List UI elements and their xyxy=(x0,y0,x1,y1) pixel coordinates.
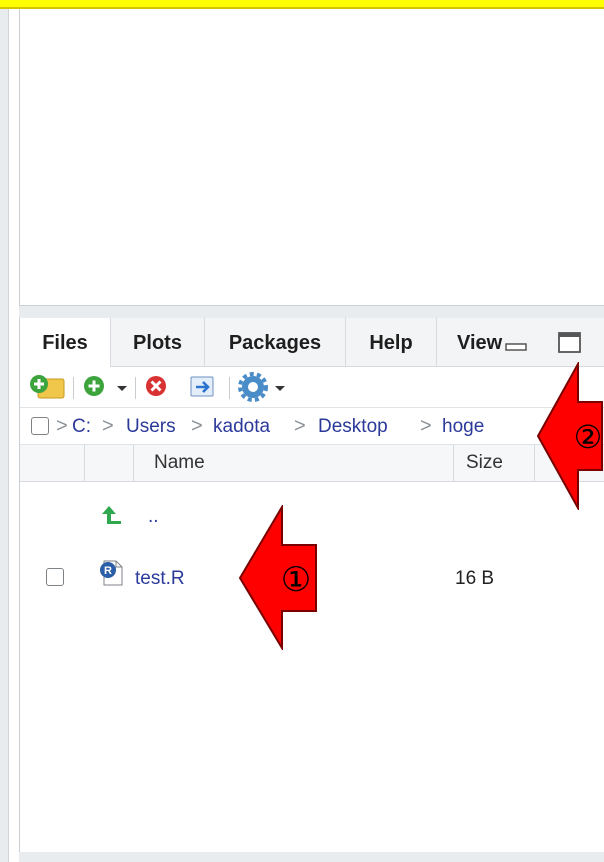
file-list-header: Name Size xyxy=(20,445,604,482)
gear-icon[interactable] xyxy=(238,372,268,407)
annotation-label-two: ② xyxy=(574,418,603,456)
chevron-right-icon: > xyxy=(56,415,68,437)
row-checkbox[interactable] xyxy=(46,568,64,586)
minimize-icon[interactable] xyxy=(504,332,528,359)
pane-tabbar: Files Plots Packages Help View xyxy=(20,318,604,367)
delete-icon[interactable] xyxy=(144,374,170,405)
column-name[interactable]: Name xyxy=(154,452,205,474)
file-name-link[interactable]: test.R xyxy=(135,568,185,590)
annotation-arrow-two: ② xyxy=(536,360,604,515)
breadcrumb-item-desktop[interactable]: Desktop xyxy=(318,416,388,438)
select-all-checkbox[interactable] xyxy=(31,417,49,435)
chevron-right-icon: > xyxy=(294,415,306,437)
chevron-right-icon: > xyxy=(420,415,432,437)
pane-splitter[interactable] xyxy=(19,306,604,318)
r-file-icon: R xyxy=(98,559,124,593)
annotation-arrow-one: ① xyxy=(238,503,318,655)
parent-dir-link[interactable]: .. xyxy=(148,506,159,528)
rename-icon[interactable] xyxy=(188,374,218,405)
maximize-icon[interactable] xyxy=(557,331,583,360)
new-folder-icon[interactable] xyxy=(28,373,66,406)
new-file-icon[interactable] xyxy=(82,374,108,405)
breadcrumb: > C: > Users > kadota > Desktop > hoge xyxy=(20,408,604,445)
breadcrumb-item-users[interactable]: Users xyxy=(126,416,176,438)
column-size[interactable]: Size xyxy=(466,452,503,474)
chevron-right-icon: > xyxy=(191,415,203,437)
chevron-right-icon: > xyxy=(102,415,114,437)
more-chevron-down-icon[interactable] xyxy=(274,381,286,399)
tab-files[interactable]: Files xyxy=(20,318,111,367)
tab-plots[interactable]: Plots xyxy=(111,318,205,366)
files-toolbar xyxy=(20,367,604,408)
tab-packages[interactable]: Packages xyxy=(205,318,346,366)
bottom-gutter xyxy=(19,852,604,862)
left-pane-gutter xyxy=(0,9,9,862)
tab-help[interactable]: Help xyxy=(346,318,437,366)
up-arrow-icon xyxy=(98,502,124,532)
environment-pane xyxy=(19,9,604,306)
svg-text:R: R xyxy=(104,565,112,577)
breadcrumb-item-c[interactable]: C: xyxy=(72,416,91,438)
breadcrumb-item-hoge[interactable]: hoge xyxy=(442,416,484,438)
chevron-down-icon[interactable] xyxy=(116,381,128,399)
file-size: 16 B xyxy=(455,568,495,589)
breadcrumb-item-kadota[interactable]: kadota xyxy=(213,416,270,438)
highlight-strip xyxy=(0,0,604,9)
annotation-label-one: ① xyxy=(281,560,311,600)
